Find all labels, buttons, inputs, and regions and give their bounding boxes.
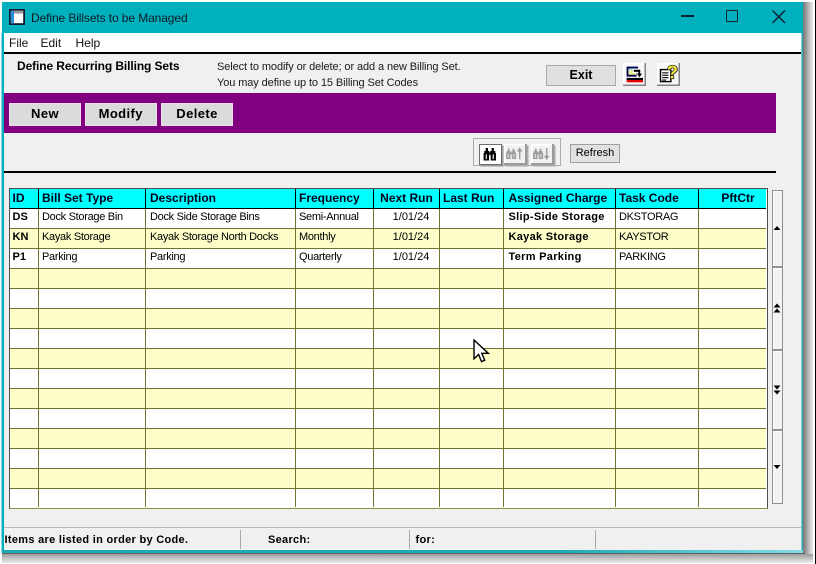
svg-text:?: ?	[667, 63, 678, 83]
